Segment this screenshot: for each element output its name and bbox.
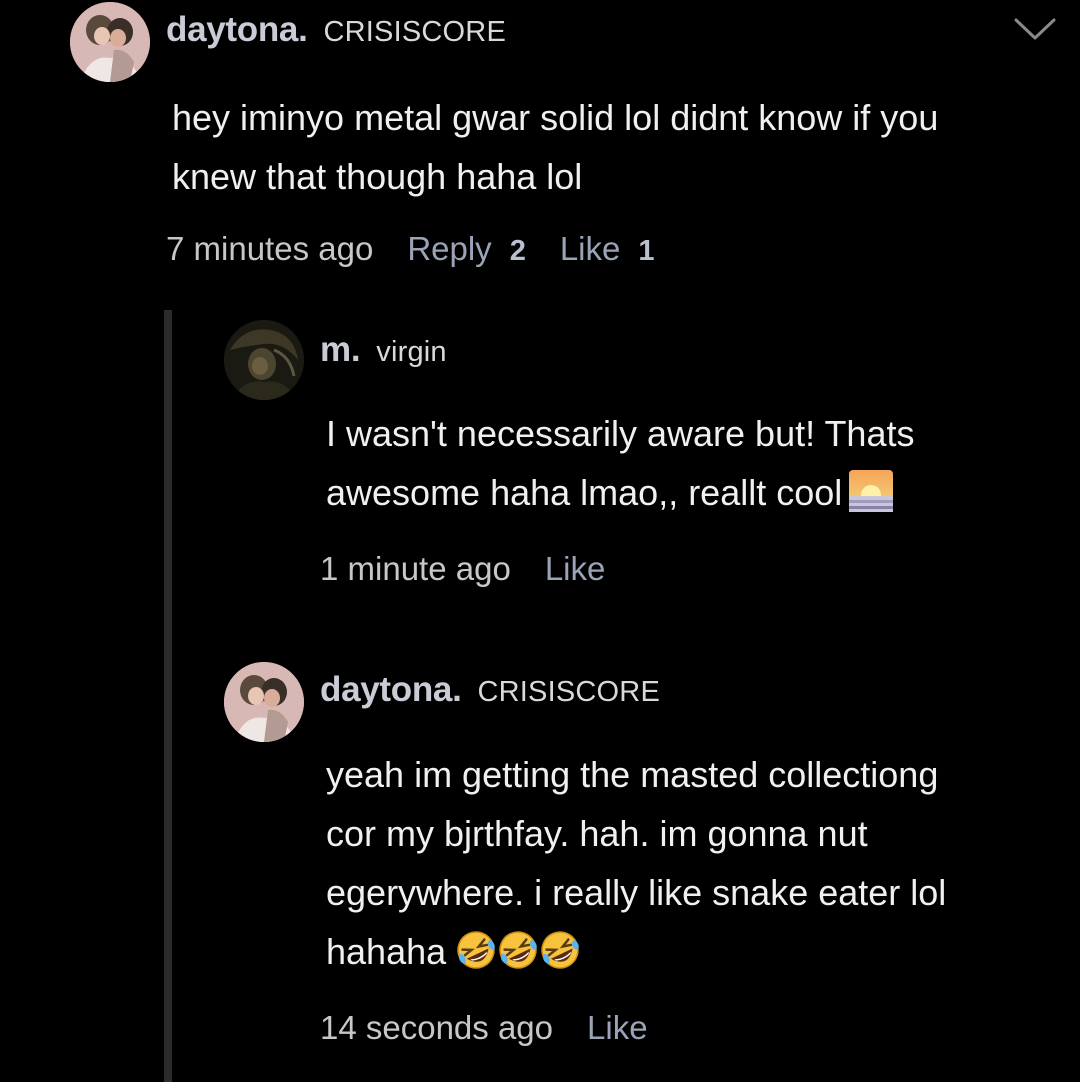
reply-count: 2 — [509, 235, 526, 267]
reply-text-content: yeah im getting the masted collectiong c… — [326, 754, 947, 972]
like-button[interactable]: Like — [587, 1009, 648, 1047]
comment-thread: daytona. CRISISCORE hey iminyo metal gwa… — [0, 0, 1080, 1082]
reply-header: daytona. CRISISCORE — [320, 670, 660, 714]
user-flair: virgin — [376, 336, 447, 368]
username[interactable]: daytona. — [166, 10, 308, 50]
username[interactable]: m. — [320, 330, 361, 370]
sunrise-emoji — [848, 469, 894, 530]
sunrise-icon — [849, 470, 894, 512]
reply-button[interactable]: Reply — [407, 230, 491, 268]
user-avatar[interactable] — [224, 320, 304, 400]
avatar-couple-image — [224, 662, 304, 742]
avatar-couple-image — [70, 2, 150, 82]
reply-text: I wasn't necessarily aware but! Thats aw… — [326, 404, 1026, 530]
timestamp: 14 seconds ago — [320, 1009, 554, 1046]
reply-thread-line[interactable] — [164, 310, 172, 1082]
user-avatar[interactable] — [224, 662, 304, 742]
reply-text-content: I wasn't necessarily aware but! Thats aw… — [326, 413, 915, 513]
laughing-emoji-icon — [541, 931, 579, 969]
rolling-on-floor-laughing-emoji — [452, 928, 584, 989]
laughing-emoji-icons — [457, 931, 579, 969]
user-flair: CRISISCORE — [477, 676, 660, 708]
like-button[interactable]: Like — [560, 230, 621, 268]
comment-body: hey iminyo metal gwar solid lol didnt kn… — [172, 88, 1042, 206]
reply-meta: 1 minute ago Like — [320, 550, 605, 594]
comment-header: daytona. CRISISCORE — [166, 10, 506, 54]
timestamp: 1 minute ago — [320, 550, 511, 587]
laughing-emoji-icon — [457, 931, 495, 969]
reply-body: I wasn't necessarily aware but! Thats aw… — [326, 404, 1026, 530]
comment-meta: 7 minutes ago Reply 2 Like 1 — [166, 230, 655, 274]
timestamp: 7 minutes ago — [166, 230, 374, 267]
avatar-dark-figure-image — [224, 320, 304, 400]
reply-meta: 14 seconds ago Like — [320, 1009, 648, 1053]
like-count: 1 — [638, 235, 655, 267]
reply-body: yeah im getting the masted collectiong c… — [326, 745, 1026, 989]
reply-header: m. virgin — [320, 330, 447, 374]
laughing-emoji-icon — [499, 931, 537, 969]
comment-text: hey iminyo metal gwar solid lol didnt kn… — [172, 97, 939, 197]
like-button[interactable]: Like — [545, 550, 606, 588]
reply-text: yeah im getting the masted collectiong c… — [326, 745, 1026, 989]
user-flair: CRISISCORE — [323, 16, 506, 48]
user-avatar[interactable] — [70, 2, 150, 82]
chevron-down-icon[interactable] — [1012, 14, 1058, 44]
username[interactable]: daytona. — [320, 670, 462, 710]
